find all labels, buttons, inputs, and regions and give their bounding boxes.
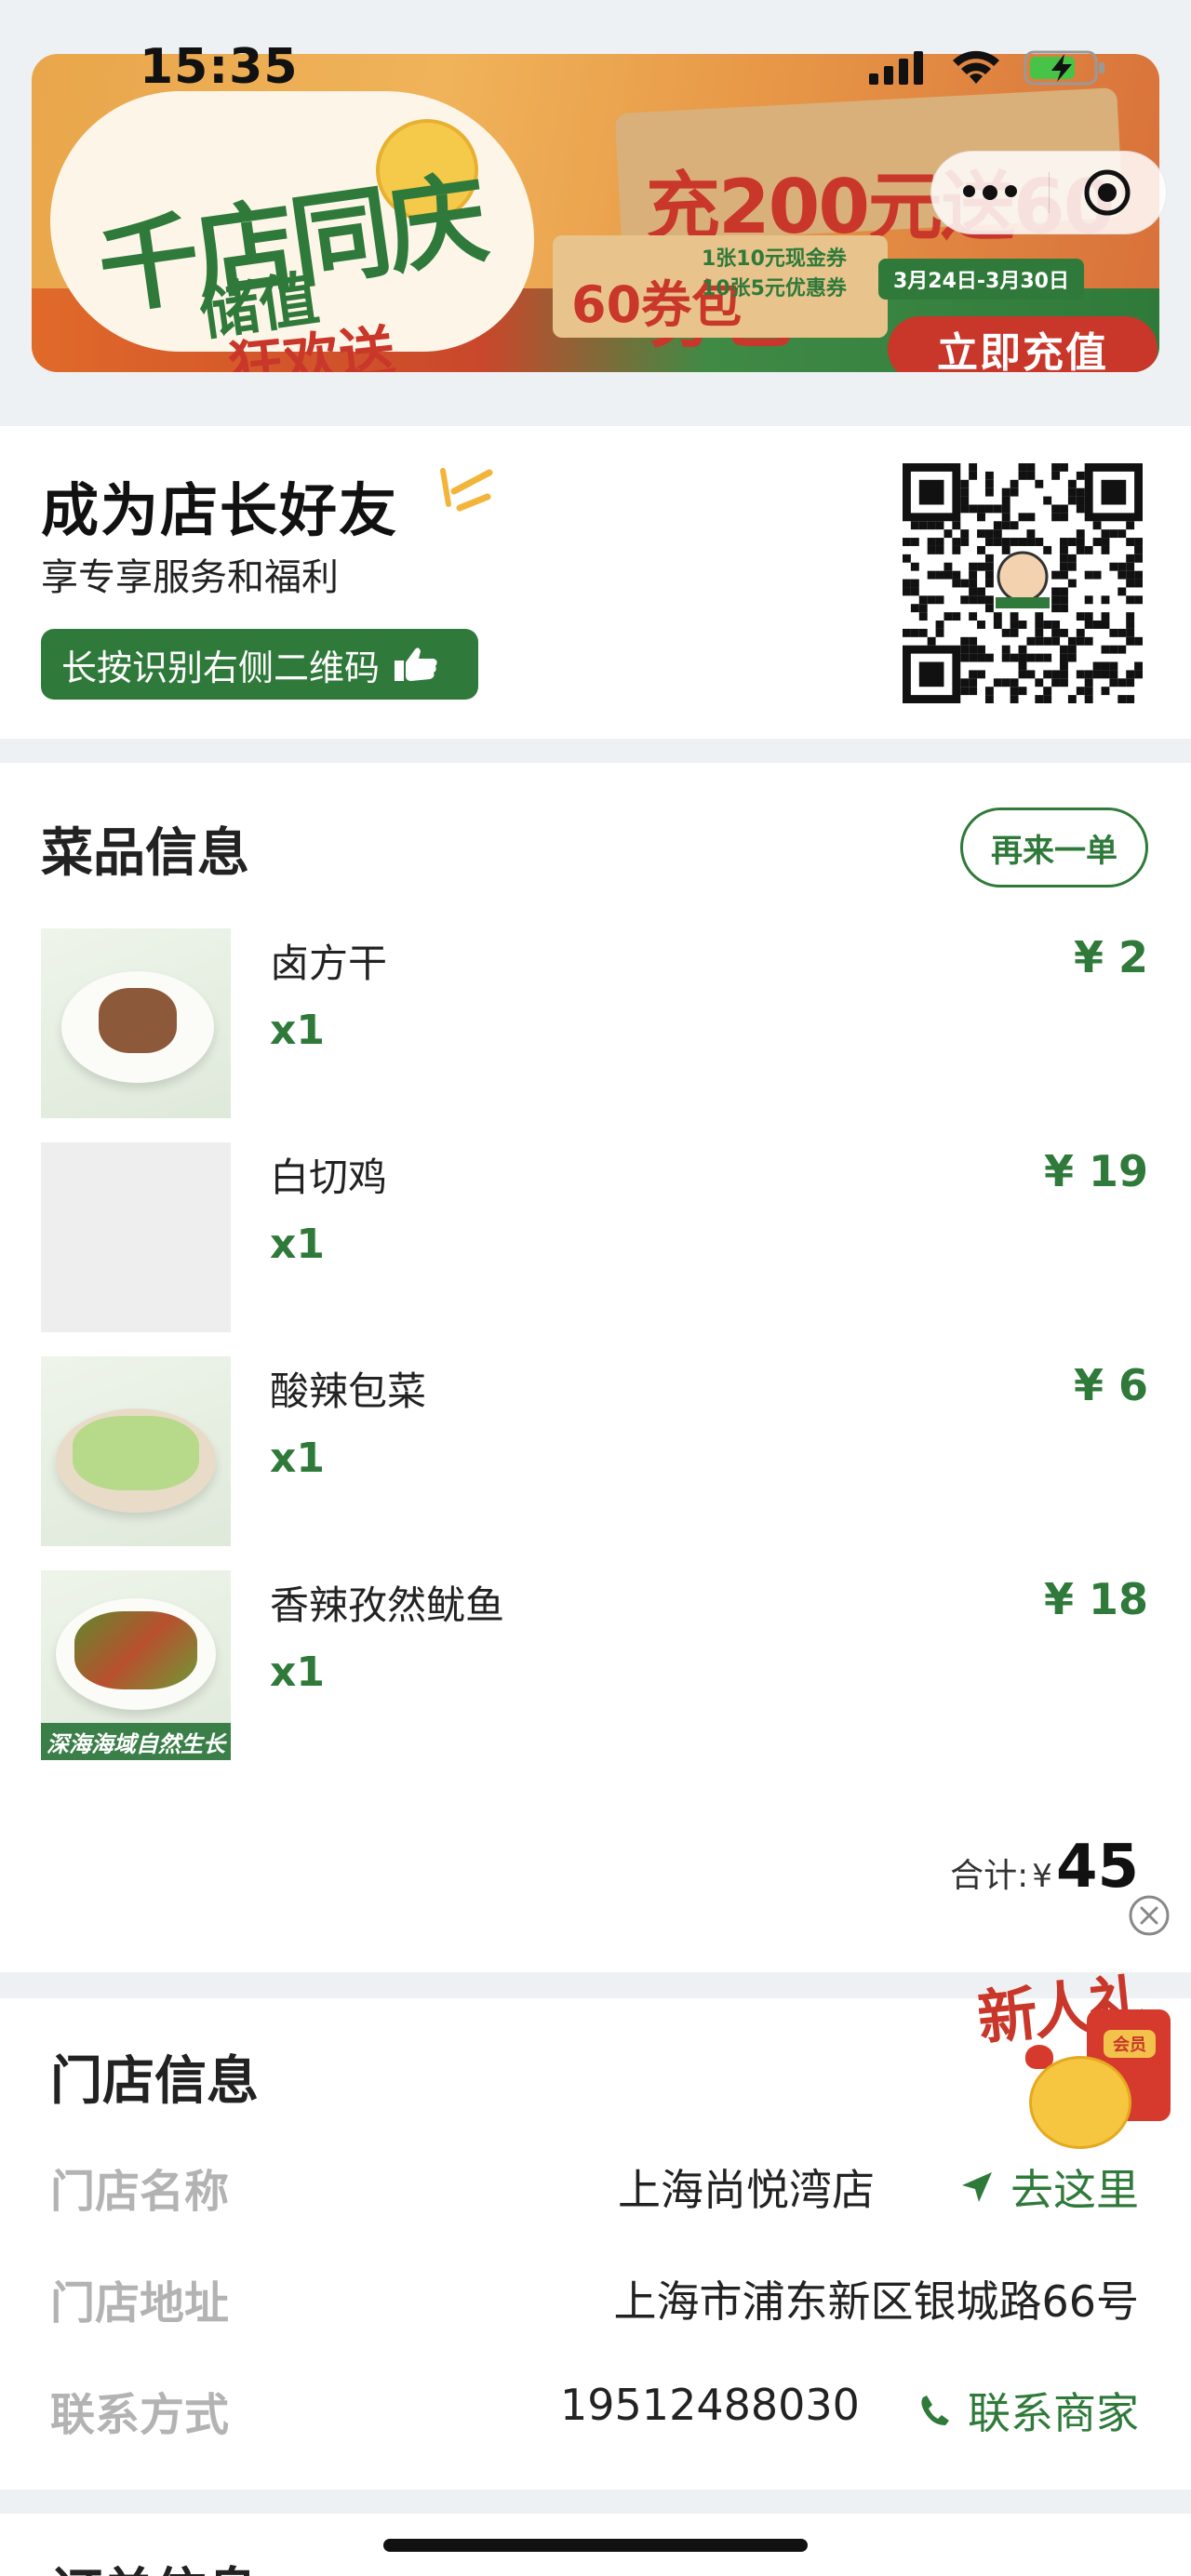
friend-subtitle: 享专享服务和福利 <box>41 556 339 599</box>
item-row[interactable]: 白切鸡 x1 ¥ 19 <box>41 1142 1148 1332</box>
items-section-title: 菜品信息 <box>41 823 249 884</box>
item-price: ¥ 2 <box>1073 932 1148 982</box>
friend-title: 成为店长好友 <box>41 476 399 544</box>
item-price: ¥ 18 <box>1043 1574 1148 1624</box>
item-name: 白切鸡 <box>270 1155 388 1200</box>
cellular-signal-icon <box>869 51 923 85</box>
item-quantity: x1 <box>270 1648 325 1696</box>
scan-qr-hint-label: 长按识别右侧二维码 <box>61 647 381 688</box>
store-address-label: 门店地址 <box>50 2277 230 2329</box>
sparkle-icon <box>440 468 493 512</box>
total-label: 合计: <box>950 1857 1029 1895</box>
reorder-button[interactable]: 再来一单 <box>960 808 1148 888</box>
item-price: ¥ 19 <box>1043 1146 1148 1196</box>
order-section-title: 订单信息 <box>50 2551 259 2576</box>
miniprogram-capsule <box>930 151 1167 234</box>
thumbs-point-icon <box>395 647 437 681</box>
status-icons <box>869 48 1107 87</box>
store-name-value: 上海尚悦湾店 <box>618 2165 875 2215</box>
item-image: 深海海域自然生长 <box>41 1570 231 1760</box>
navigate-button[interactable]: 去这里 <box>960 2156 1139 2218</box>
item-row[interactable]: 卤方干 x1 ¥ 2 <box>41 928 1148 1118</box>
navigate-label: 去这里 <box>1010 2165 1139 2215</box>
call-merchant-button[interactable]: 联系商家 <box>919 2380 1139 2441</box>
store-section-title: 门店信息 <box>50 2051 259 2112</box>
store-manager-friend-card: 成为店长好友 享专享服务和福利 长按识别右侧二维码 <box>0 426 1191 739</box>
order-total: 合计: ¥ 45 <box>950 1833 1139 1902</box>
banner-coupon-line-2: 10张5元优惠券 <box>702 277 847 300</box>
item-image-placeholder <box>41 1142 231 1332</box>
close-miniprogram-icon[interactable] <box>1049 167 1166 218</box>
navigation-arrow-icon <box>962 2172 992 2202</box>
total-currency: ¥ <box>1032 1858 1052 1895</box>
more-icon[interactable] <box>931 185 1049 200</box>
status-time: 15:35 <box>140 39 299 95</box>
store-name-label: 门店名称 <box>50 2166 230 2218</box>
item-quantity: x1 <box>270 1435 325 1482</box>
banner-board-right: 1张10元现金券 10张5元优惠券 <box>702 245 847 304</box>
banner-date: 3月24日-3月30日 <box>878 259 1084 300</box>
total-value: 45 <box>1055 1833 1139 1902</box>
new-user-gift-float[interactable]: 新人礼 会员 <box>968 1963 1191 2149</box>
status-bar: 15:35 <box>0 0 1191 140</box>
store-address-row: 门店地址 上海市浦东新区银城路66号 <box>50 2266 1139 2331</box>
item-name: 香辣孜然鱿鱼 <box>270 1582 505 1628</box>
item-name: 酸辣包菜 <box>270 1368 427 1414</box>
item-image-caption: 深海海域自然生长 <box>41 1723 231 1760</box>
call-merchant-label: 联系商家 <box>968 2388 1139 2438</box>
close-icon[interactable] <box>1128 1894 1171 1937</box>
item-quantity: x1 <box>270 1007 325 1054</box>
wifi-icon <box>953 50 999 84</box>
recharge-button[interactable]: 立即充值 <box>888 316 1158 372</box>
store-contact-label: 联系方式 <box>50 2389 230 2441</box>
scan-qr-hint-button[interactable]: 长按识别右侧二维码 <box>41 629 478 700</box>
item-name: 卤方干 <box>270 941 388 986</box>
banner-coupon-line-1: 1张10元现金券 <box>702 247 847 271</box>
item-price: ¥ 6 <box>1073 1360 1148 1410</box>
phone-icon <box>921 2396 949 2425</box>
envelope-label: 会员 <box>1104 2030 1156 2058</box>
qr-code-image[interactable] <box>903 463 1143 703</box>
battery-icon <box>1024 50 1104 86</box>
item-row[interactable]: 酸辣包菜 x1 ¥ 6 <box>41 1356 1148 1546</box>
store-address-value: 上海市浦东新区银城路66号 <box>613 2276 1139 2327</box>
store-contact-row: 联系方式 19512488030 联系商家 <box>50 2378 1139 2443</box>
item-image <box>41 928 231 1118</box>
item-row[interactable]: 深海海域自然生长 香辣孜然鱿鱼 x1 ¥ 18 <box>41 1570 1148 1760</box>
item-quantity: x1 <box>270 1221 325 1268</box>
store-phone-value: 19512488030 <box>560 2380 860 2430</box>
order-items-card: 菜品信息 再来一单 卤方干 x1 ¥ 2 白切鸡 x1 ¥ 19 酸辣包菜 x1… <box>0 763 1191 1972</box>
item-image <box>41 1356 231 1546</box>
home-indicator[interactable] <box>383 2539 808 2552</box>
store-name-row: 门店名称 上海尚悦湾店 去这里 <box>50 2155 1139 2220</box>
chick-mascot-icon <box>1029 2056 1131 2149</box>
